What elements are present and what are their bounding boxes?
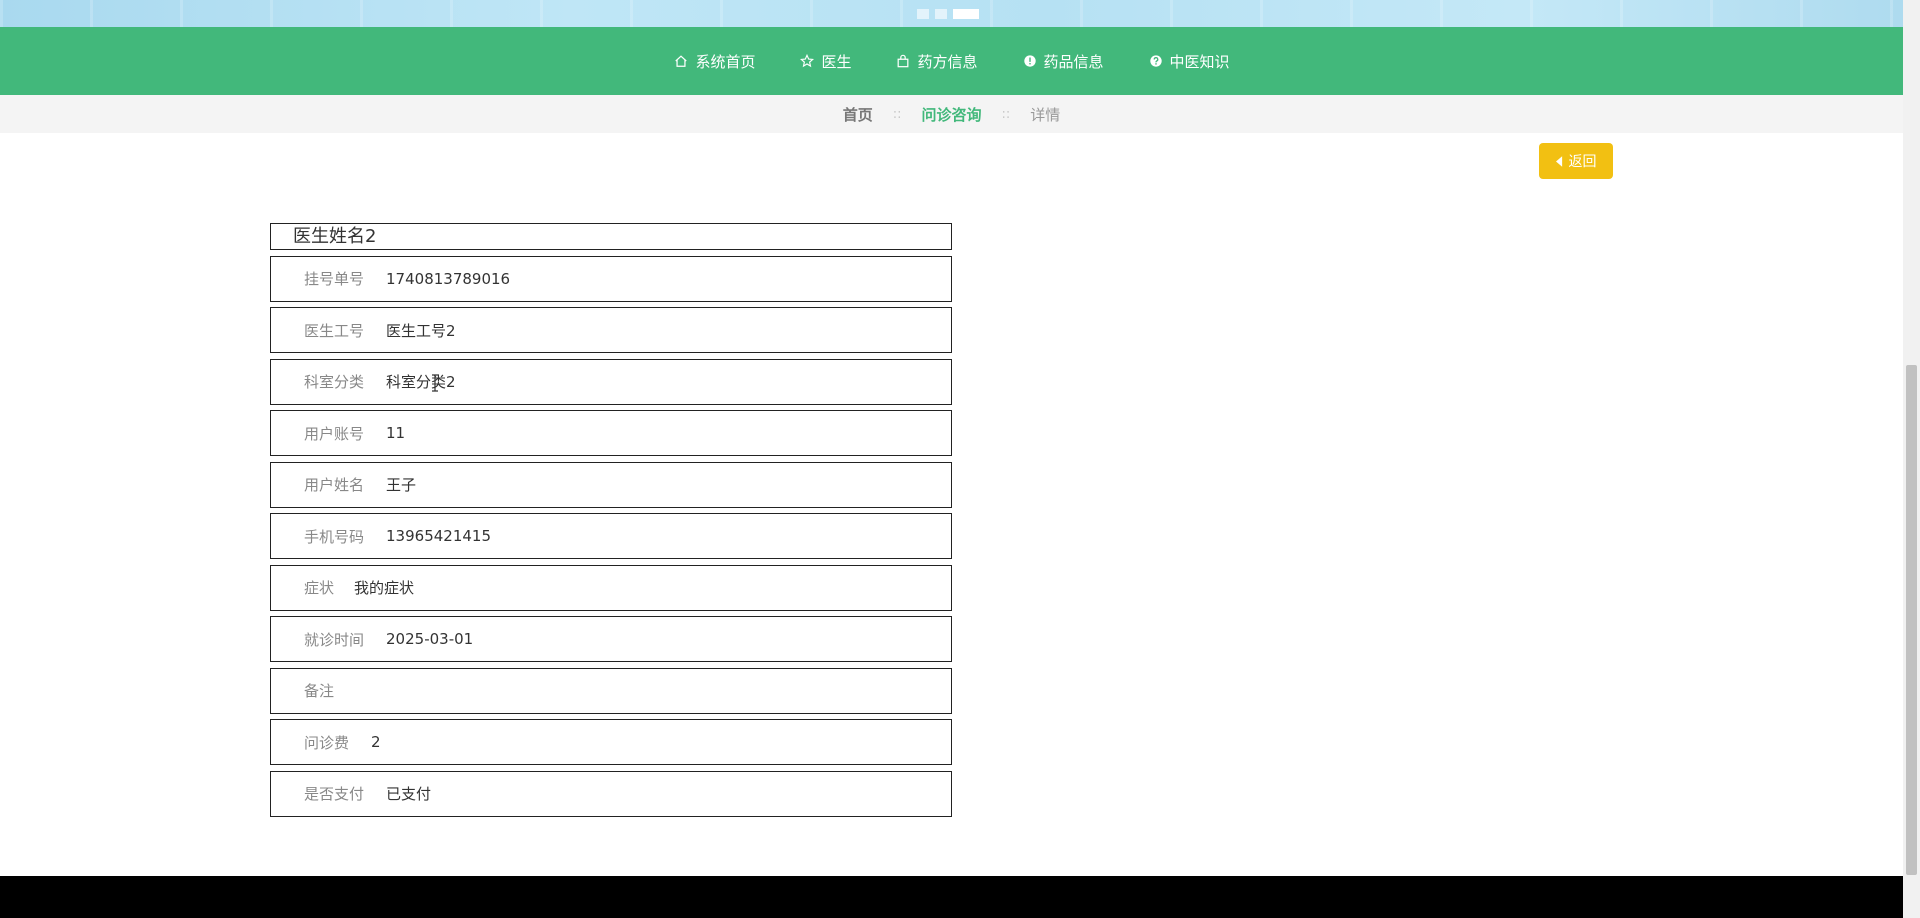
- field-label: 症状: [304, 579, 335, 597]
- star-icon: [799, 53, 815, 69]
- breadcrumb-detail: 详情: [1030, 105, 1061, 124]
- carousel-indicators: [917, 9, 979, 19]
- field-value: 2025-03-01: [386, 630, 474, 648]
- field-value: 科室分类2: [386, 373, 456, 391]
- detail-title: 医生姓名2: [270, 223, 952, 250]
- carousel-dot-active[interactable]: [953, 9, 979, 19]
- detail-row-user-name: 用户姓名 王子: [270, 461, 952, 508]
- field-label: 就诊时间: [304, 630, 365, 649]
- detail-row-visit-date: 就诊时间 2025-03-01: [270, 616, 952, 662]
- breadcrumb: 首页 :: 问诊咨询 :: 详情: [0, 95, 1903, 133]
- scrollbar-thumb[interactable]: [1906, 365, 1917, 875]
- exclamation-icon: [1022, 53, 1038, 69]
- detail-row-phone: 手机号码 13965421415: [270, 513, 952, 559]
- field-label: 挂号单号: [304, 270, 365, 288]
- field-label: 是否支付: [304, 785, 365, 803]
- nav-item-medicine[interactable]: 药品信息: [1000, 27, 1126, 95]
- field-label: 备注: [304, 682, 335, 700]
- nav-item-label: 药品信息: [1043, 52, 1104, 71]
- main-nav: 系统首页 医生 药方信息 药品信息 中医知识: [0, 27, 1903, 95]
- bag-icon: [895, 53, 911, 69]
- nav-item-label: 药方信息: [917, 52, 978, 71]
- breadcrumb-home[interactable]: 首页: [843, 104, 873, 125]
- carousel-dot[interactable]: [935, 9, 947, 19]
- caret-left-icon: [1555, 155, 1563, 167]
- field-value: 13965421415: [386, 527, 491, 545]
- field-value: 已支付: [386, 785, 432, 803]
- field-label: 用户账号: [304, 424, 365, 443]
- back-button-label: 返回: [1568, 154, 1597, 170]
- nav-item-label: 中医知识: [1169, 52, 1230, 71]
- field-label: 手机号码: [304, 527, 365, 546]
- detail-row-department: 科室分类 科室分类2: [270, 358, 952, 405]
- field-value: 我的症状: [354, 579, 415, 597]
- field-label: 医生工号: [304, 321, 365, 340]
- page: 系统首页 医生 药方信息 药品信息 中医知识 首页:: 问诊咨询:: 详情 …: [0, 0, 1903, 918]
- text-cursor-icon: [432, 374, 438, 392]
- nav-item-doctor[interactable]: 医生: [777, 27, 873, 95]
- question-icon: [1148, 53, 1164, 69]
- banner-carousel: [0, 0, 1903, 27]
- vertical-scrollbar[interactable]: [1903, 0, 1920, 918]
- field-value: 11: [386, 424, 406, 442]
- field-value: 王子: [386, 476, 417, 494]
- nav-item-label: 医生: [821, 52, 852, 71]
- detail-card: 医生姓名2 挂号单号 1740813789016 医生工号 医生工号2 科室分类…: [270, 223, 952, 817]
- field-value: 1740813789016: [386, 269, 511, 288]
- detail-row-fee: 问诊费 2: [270, 719, 952, 765]
- back-button[interactable]: 返回: [1539, 143, 1613, 179]
- footer: [0, 876, 1903, 918]
- detail-row-registration-no: 挂号单号 1740813789016: [270, 255, 952, 302]
- detail-row-symptoms: 症状 我的症状: [270, 564, 952, 611]
- nav-item-prescription[interactable]: 药方信息: [873, 27, 999, 95]
- nav-item-home[interactable]: 系统首页: [651, 27, 777, 95]
- nav-item-label: 系统首页: [695, 52, 756, 71]
- breadcrumb-consultation[interactable]: 问诊咨询: [921, 104, 981, 125]
- field-label: 科室分类: [304, 373, 365, 391]
- field-label: 用户姓名: [304, 476, 365, 494]
- detail-row-payment-status: 是否支付 已支付: [270, 770, 952, 817]
- breadcrumb-separator: ::: [892, 106, 902, 122]
- detail-row-remarks: 备注: [270, 667, 952, 714]
- field-value: 医生工号2: [386, 321, 456, 340]
- nav-item-tcm-knowledge[interactable]: 中医知识: [1126, 27, 1252, 95]
- detail-row-doctor-id: 医生工号 医生工号2: [270, 307, 952, 353]
- carousel-dot[interactable]: [917, 9, 929, 19]
- field-label: 问诊费: [304, 733, 350, 752]
- home-icon: [673, 53, 689, 69]
- breadcrumb-separator: ::: [1001, 106, 1011, 122]
- field-value: 2: [371, 733, 381, 751]
- detail-row-user-account: 用户账号 11: [270, 410, 952, 456]
